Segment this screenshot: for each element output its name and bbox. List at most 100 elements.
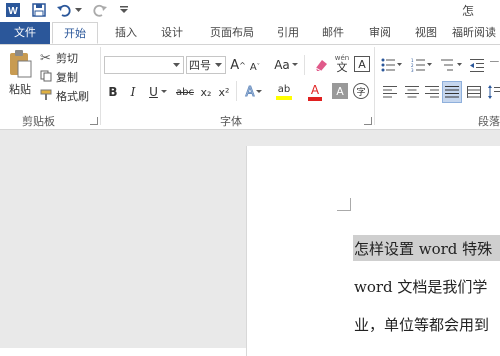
undo-icon[interactable] (56, 0, 72, 20)
tab-home[interactable]: 开始 (52, 22, 98, 44)
enclose-characters-label: 字 (356, 87, 366, 98)
underline-label: U (149, 85, 158, 99)
eraser-icon (315, 60, 327, 72)
italic-button[interactable]: I (126, 83, 140, 101)
character-shading-label: A (336, 84, 344, 98)
format-painter-icon (40, 89, 56, 104)
tab-mailings[interactable]: 邮件 (312, 22, 354, 44)
numbering-icon: 123 (411, 58, 432, 72)
phonetic-guide-button[interactable]: wén 文 (333, 52, 351, 76)
document-line[interactable]: 怎样设置 word 特殊 (354, 238, 492, 259)
chevron-down-icon (215, 62, 222, 67)
tab-file[interactable]: 文件 (0, 22, 50, 44)
font-launcher-icon[interactable] (364, 117, 372, 125)
line-spacing-button[interactable] (488, 83, 500, 101)
document-line[interactable]: word 文档是我们学 (354, 276, 487, 297)
paragraph-group-label: 段落 (478, 115, 500, 128)
multilevel-list-button[interactable] (440, 56, 464, 74)
format-painter-button[interactable]: 格式刷 (40, 87, 92, 105)
word-logo-icon[interactable]: W (4, 0, 22, 20)
tab-view[interactable]: 视图 (404, 22, 448, 44)
grow-font-label: A (230, 57, 240, 73)
copy-icon (40, 70, 56, 85)
clear-formatting-button[interactable] (312, 56, 330, 74)
title-bar: W 怎 (0, 0, 500, 22)
font-size-dropdown[interactable]: 四号 (186, 56, 226, 74)
chevron-down-icon (256, 90, 263, 93)
save-icon[interactable] (30, 0, 48, 20)
numbering-button[interactable]: 123 (410, 56, 434, 74)
distributed-icon (467, 86, 481, 98)
align-left-icon (383, 86, 397, 98)
font-color-label: A (310, 82, 320, 97)
copy-label: 复制 (56, 71, 78, 84)
align-left-button[interactable] (382, 83, 398, 101)
chevron-down-icon (160, 90, 167, 93)
redo-icon[interactable] (92, 0, 108, 20)
group-divider (374, 47, 375, 125)
font-name-dropdown[interactable] (104, 56, 184, 74)
grow-font-button[interactable]: A ^ (230, 56, 246, 74)
decrease-indent-icon (470, 59, 484, 72)
shrink-font-button[interactable]: Aˇ (248, 58, 262, 76)
character-shading-button[interactable]: A (332, 83, 348, 99)
margin-mark (350, 198, 351, 211)
strikethrough-label: abc (176, 86, 194, 98)
phonetic-bottom-label: 文 (336, 61, 348, 74)
subscript-label: x₂ (200, 85, 212, 99)
decrease-indent-button[interactable] (468, 56, 488, 74)
bold-label: B (108, 85, 118, 99)
character-border-label: A (358, 57, 366, 71)
ribbon: 粘贴 ✂ 剪切 复制 格式刷 剪贴板 四号 A ^ Aˇ Aa wén 文 A … (0, 45, 500, 130)
superscript-button[interactable]: x² (216, 83, 232, 101)
bullets-button[interactable] (380, 56, 404, 74)
group-divider (100, 47, 101, 125)
justify-icon (445, 86, 459, 98)
paste-icon (10, 50, 32, 78)
text-effects-button[interactable]: A (242, 83, 266, 101)
font-color-swatch (308, 96, 322, 101)
svg-text:3: 3 (411, 68, 414, 72)
chevron-down-icon (173, 62, 180, 67)
down-caret-icon: ˇ (256, 63, 261, 71)
tab-insert[interactable]: 插入 (106, 22, 146, 44)
ribbon-tab-bar: 文件 开始 插入 设计 页面布局 引用 邮件 审阅 视图 福昕阅读 (0, 22, 500, 45)
cut-label: 剪切 (56, 52, 78, 65)
align-center-button[interactable] (404, 83, 420, 101)
copy-button[interactable]: 复制 (40, 68, 84, 86)
change-case-label: Aa (274, 58, 290, 72)
tab-page-layout[interactable]: 页面布局 (200, 22, 264, 44)
paste-button[interactable]: 粘贴 (4, 49, 36, 107)
increase-indent-button[interactable] (490, 56, 500, 74)
tab-review[interactable]: 审阅 (360, 22, 400, 44)
tab-design[interactable]: 设计 (152, 22, 192, 44)
underline-button[interactable]: U (146, 83, 170, 101)
cut-button[interactable]: ✂ 剪切 (40, 49, 84, 67)
justify-button[interactable] (442, 81, 462, 103)
enclose-characters-button[interactable]: 字 (353, 83, 369, 99)
bullets-icon (381, 58, 402, 72)
italic-label: I (130, 85, 136, 99)
line-spacing-icon (488, 85, 500, 99)
highlight-color-button[interactable]: ab (270, 81, 298, 103)
document-page[interactable]: 怎样设置 word 特殊 word 文档是我们学 业，单位等都会用到 (246, 146, 500, 356)
document-line[interactable]: 业，单位等都会用到 (354, 314, 489, 335)
change-case-button[interactable]: Aa (273, 56, 299, 74)
undo-dropdown-icon[interactable] (73, 0, 83, 20)
tab-foxit-reader[interactable]: 福昕阅读 (452, 22, 500, 44)
font-color-button[interactable]: A (302, 81, 328, 103)
text-effects-label: A (245, 84, 255, 100)
tab-references[interactable]: 引用 (268, 22, 308, 44)
strikethrough-button[interactable]: abc (174, 83, 196, 101)
customize-toolbar-icon[interactable] (118, 0, 130, 20)
clipboard-launcher-icon[interactable] (90, 117, 98, 125)
distributed-button[interactable] (466, 83, 482, 101)
svg-text:W: W (8, 6, 18, 17)
align-right-button[interactable] (424, 83, 440, 101)
up-caret-icon: ^ (239, 60, 246, 70)
character-border-button[interactable]: A (354, 56, 370, 72)
bold-button[interactable]: B (106, 83, 120, 101)
subscript-button[interactable]: x₂ (198, 83, 214, 101)
toolbar-divider (236, 81, 237, 101)
chevron-down-icon (291, 63, 298, 66)
